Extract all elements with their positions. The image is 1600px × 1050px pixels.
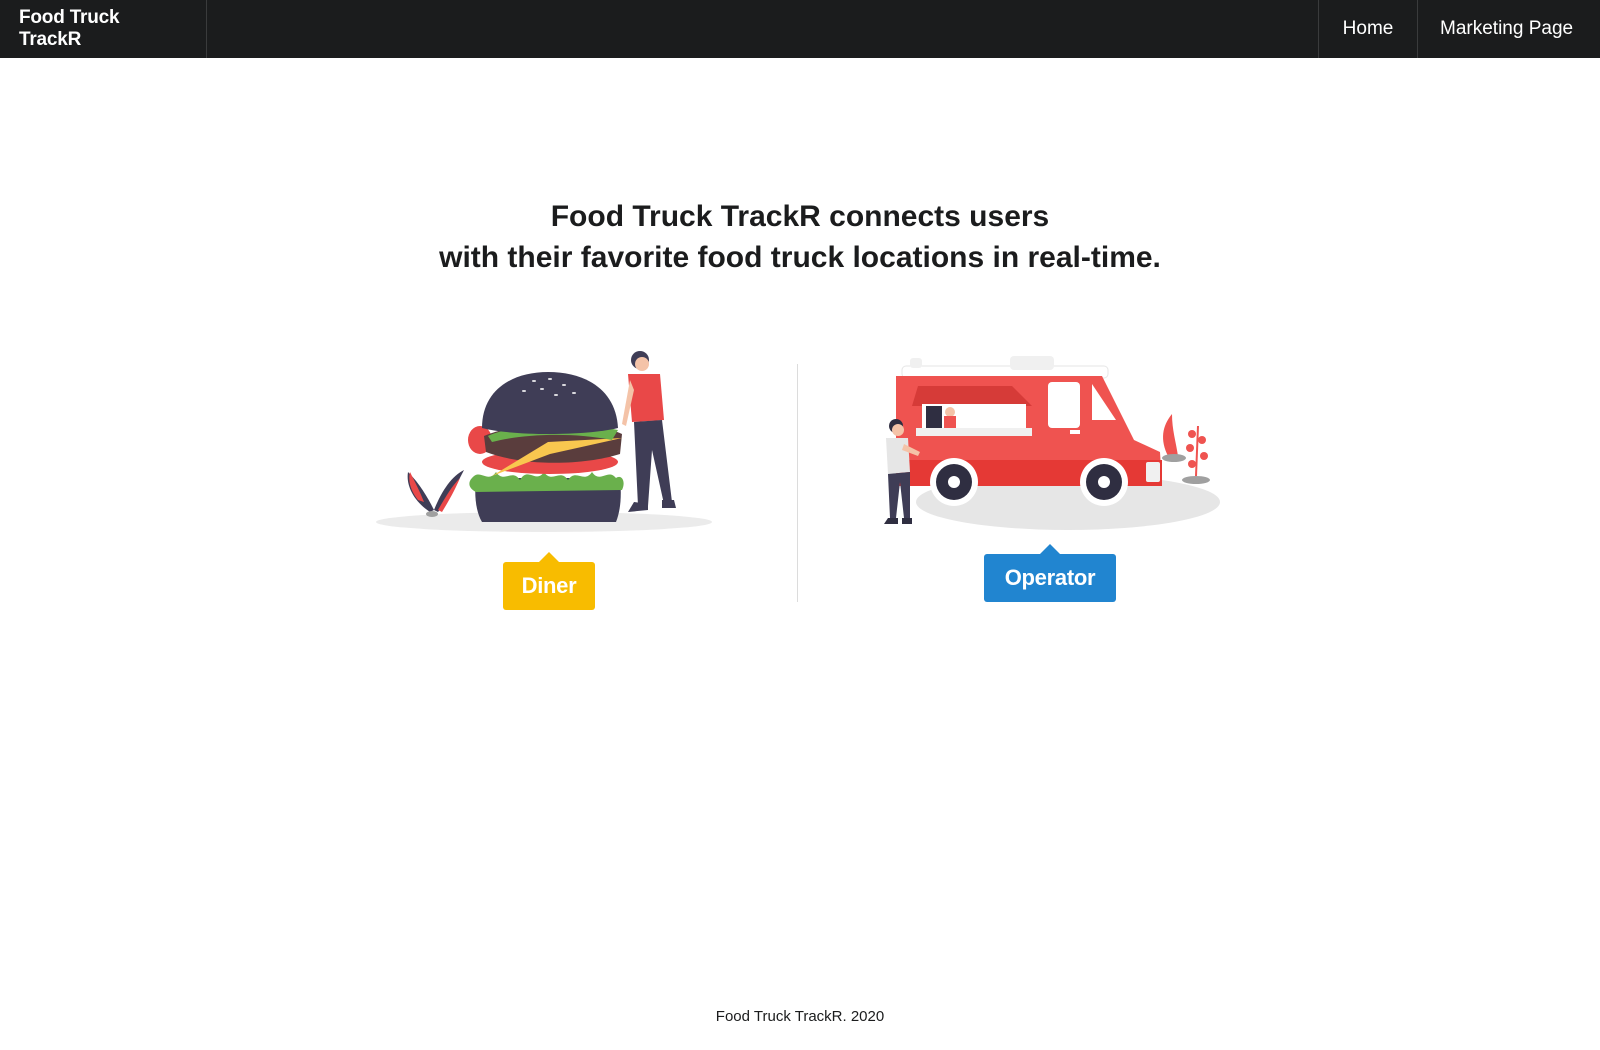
operator-button[interactable]: Operator — [984, 544, 1116, 602]
food-truck-illustration — [896, 356, 1220, 530]
hero-headline: Food Truck TrackR connects users with th… — [0, 196, 1600, 278]
diner-button[interactable]: Diner — [503, 552, 595, 610]
nav-home-link[interactable]: Home — [1318, 0, 1417, 58]
hero-line-1: Food Truck TrackR connects users — [550, 200, 1050, 233]
nav-marketing-link[interactable]: Marketing Page — [1417, 0, 1600, 58]
hero-line-2: with their favorite food truck locations… — [439, 241, 1161, 274]
top-navbar: Food Truck TrackR Home Marketing Page — [0, 0, 1600, 58]
footer-text: Food Truck TrackR. 2020 — [715, 1008, 885, 1025]
brand-link[interactable]: Food Truck TrackR — [0, 0, 207, 58]
navbar-spacer — [207, 0, 1318, 58]
customer-figure-illustration — [884, 419, 920, 524]
role-divider — [797, 364, 798, 602]
burger-person-illustration — [376, 351, 712, 532]
